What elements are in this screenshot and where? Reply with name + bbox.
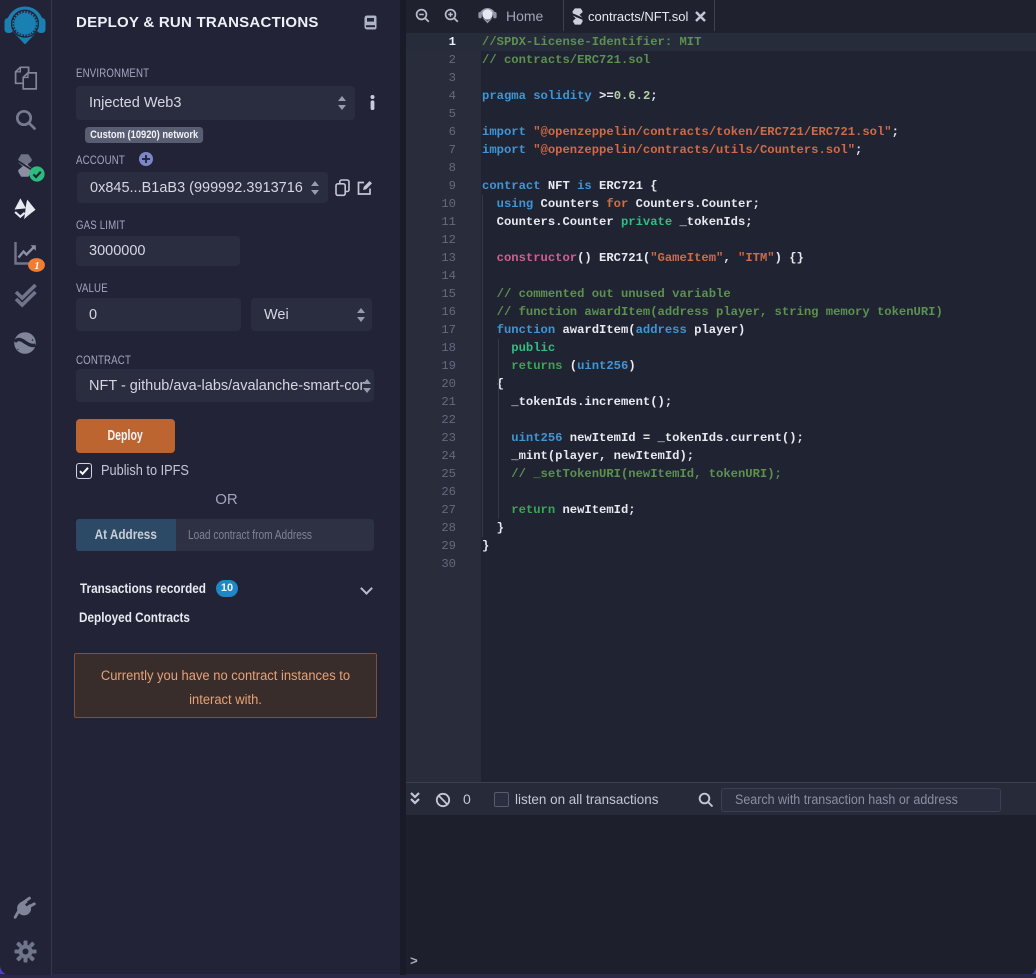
svg-text:1: 1 <box>34 261 39 272</box>
